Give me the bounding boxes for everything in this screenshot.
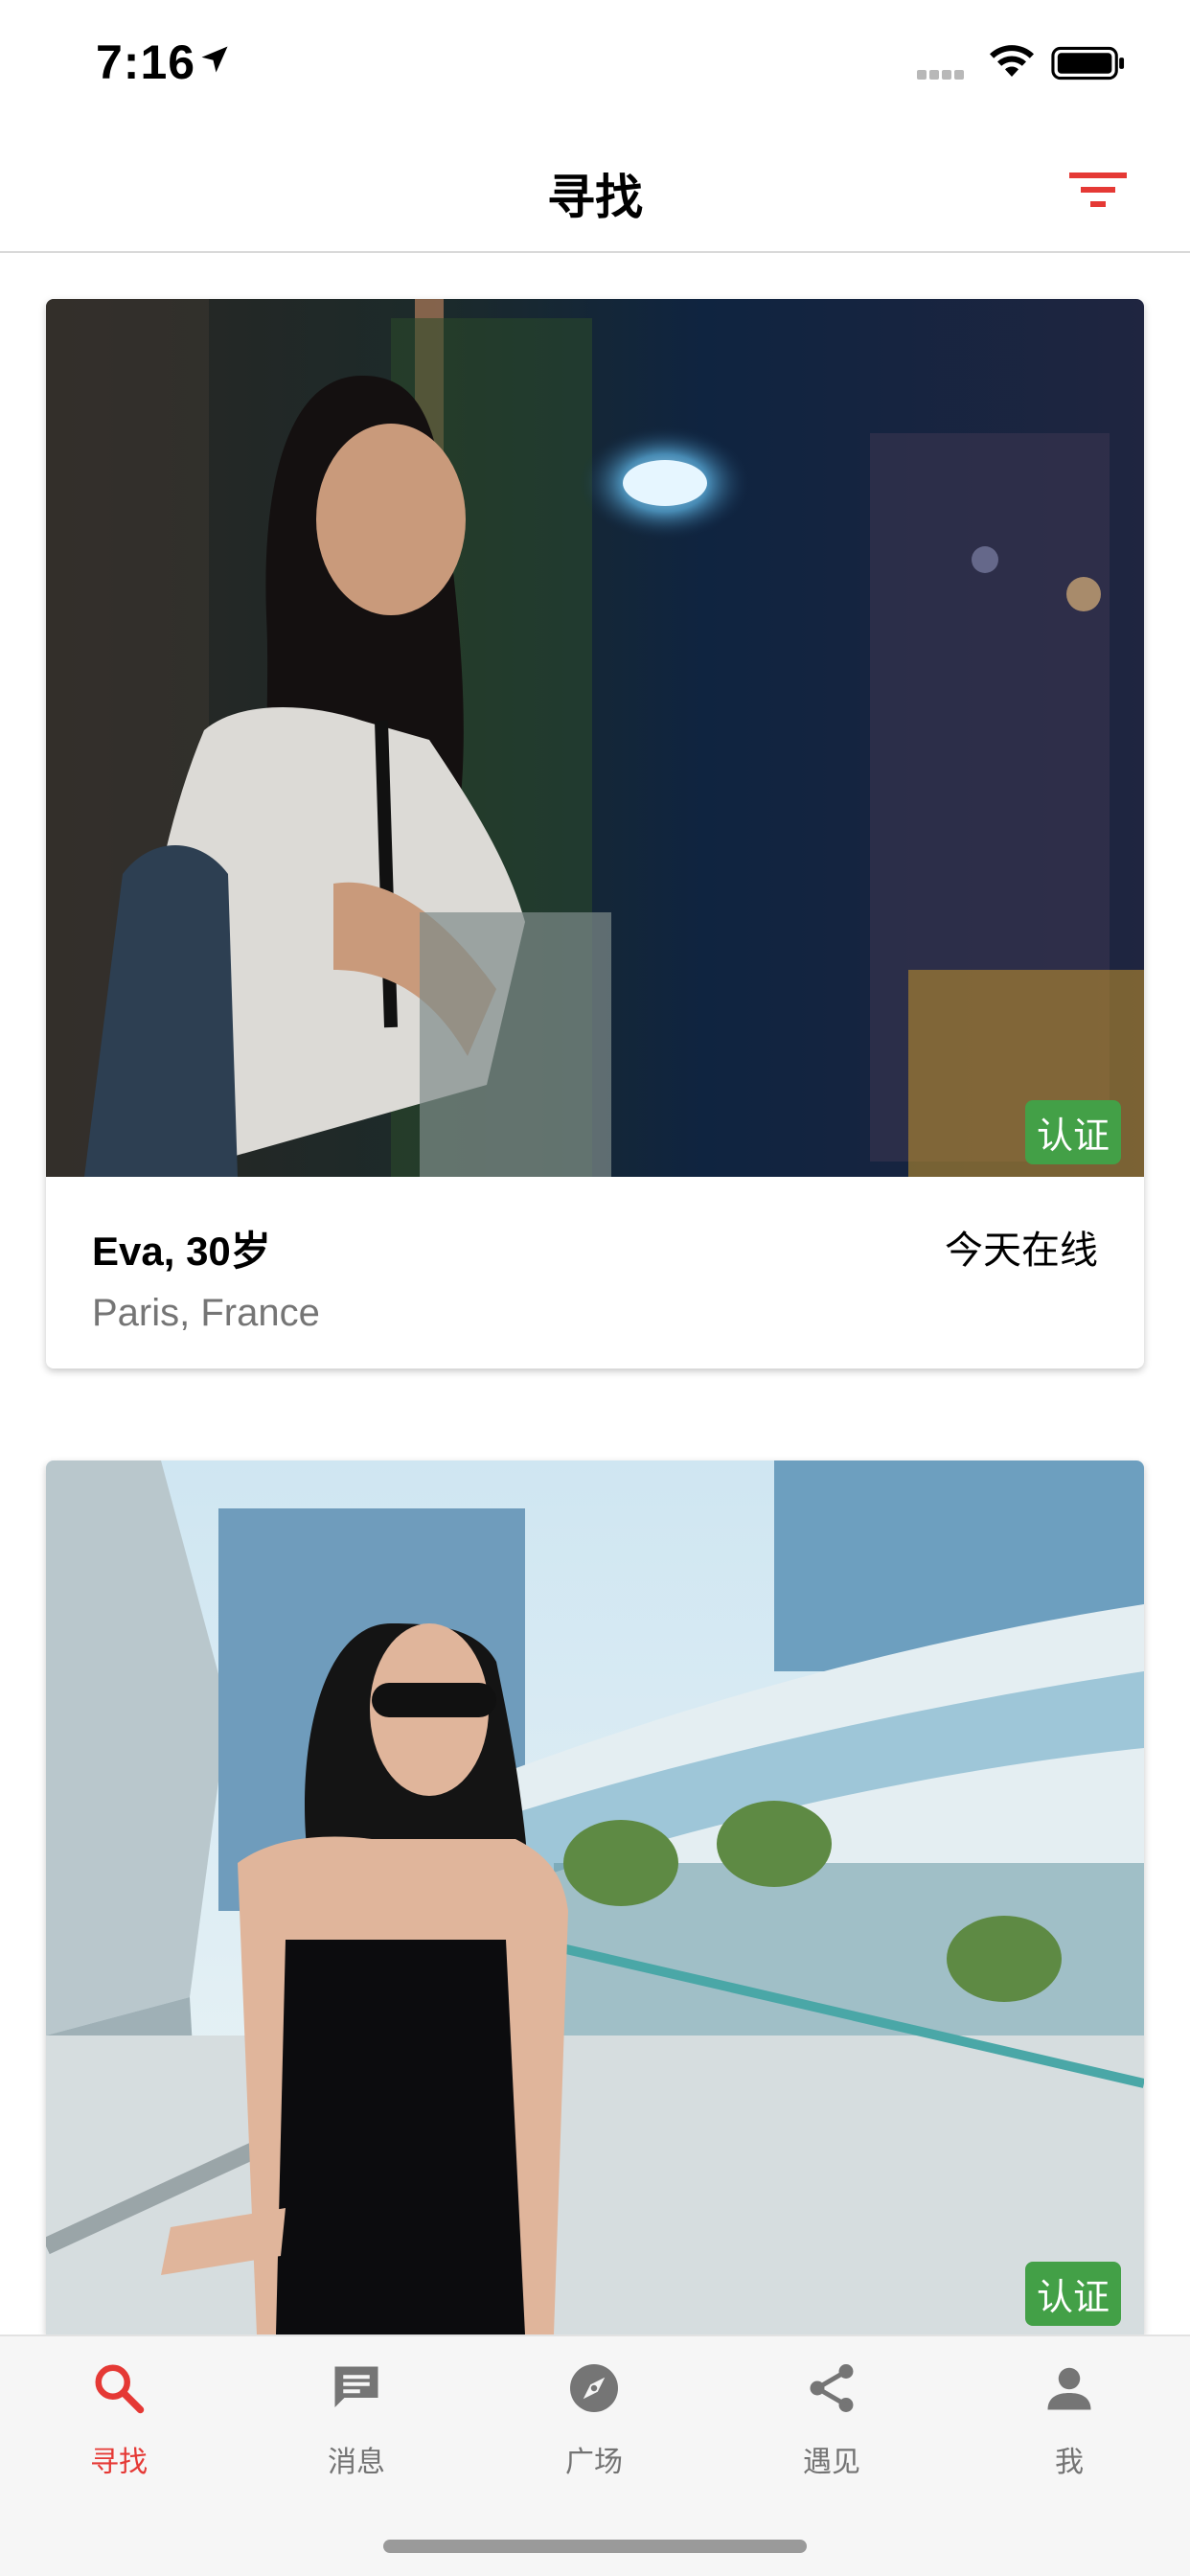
status-bar: 7:16 bbox=[0, 0, 1190, 126]
tab-meet[interactable]: 遇见 bbox=[713, 2336, 950, 2509]
message-icon bbox=[334, 2366, 378, 2407]
verified-badge: 认证 bbox=[1024, 2262, 1121, 2326]
tab-me[interactable]: 我 bbox=[950, 2336, 1188, 2509]
tab-label: 遇见 bbox=[803, 2447, 860, 2478]
home-indicator[interactable] bbox=[383, 2540, 807, 2553]
tab-plaza[interactable]: 广场 bbox=[475, 2336, 713, 2509]
profile-location: Paris, France bbox=[92, 1292, 320, 1334]
profile-name-age: Eva, 30岁 bbox=[92, 1229, 271, 1274]
signal-icon bbox=[917, 67, 967, 84]
person-icon bbox=[1047, 2367, 1091, 2410]
tab-label: 我 bbox=[1055, 2447, 1084, 2478]
profile-photo[interactable] bbox=[46, 299, 1144, 1177]
tab-label: 消息 bbox=[328, 2447, 385, 2478]
tab-search[interactable]: 寻找 bbox=[0, 2336, 238, 2509]
profile-card[interactable]: 认证 bbox=[46, 1460, 1144, 2334]
status-time: 7:16 bbox=[96, 35, 196, 89]
tab-messages[interactable]: 消息 bbox=[238, 2336, 475, 2509]
filter-icon[interactable] bbox=[1069, 167, 1127, 213]
verified-badge: 认证 bbox=[1024, 1100, 1121, 1164]
tab-label: 广场 bbox=[565, 2447, 623, 2478]
share-icon bbox=[810, 2364, 854, 2412]
compass-icon bbox=[570, 2364, 618, 2412]
profile-card[interactable]: 认证 Eva, 30岁 今天在线 Paris, France bbox=[46, 299, 1144, 1368]
tab-label: 寻找 bbox=[90, 2447, 148, 2478]
location-arrow-icon bbox=[201, 46, 228, 73]
battery-icon bbox=[1051, 46, 1125, 80]
online-status: 今天在线 bbox=[945, 1230, 1098, 1272]
profile-photo[interactable] bbox=[46, 1460, 1144, 2334]
wifi-icon bbox=[990, 45, 1034, 77]
search-icon bbox=[95, 2364, 145, 2414]
navigation-bar: 寻找 bbox=[0, 126, 1190, 253]
page-title: 寻找 bbox=[547, 171, 643, 224]
